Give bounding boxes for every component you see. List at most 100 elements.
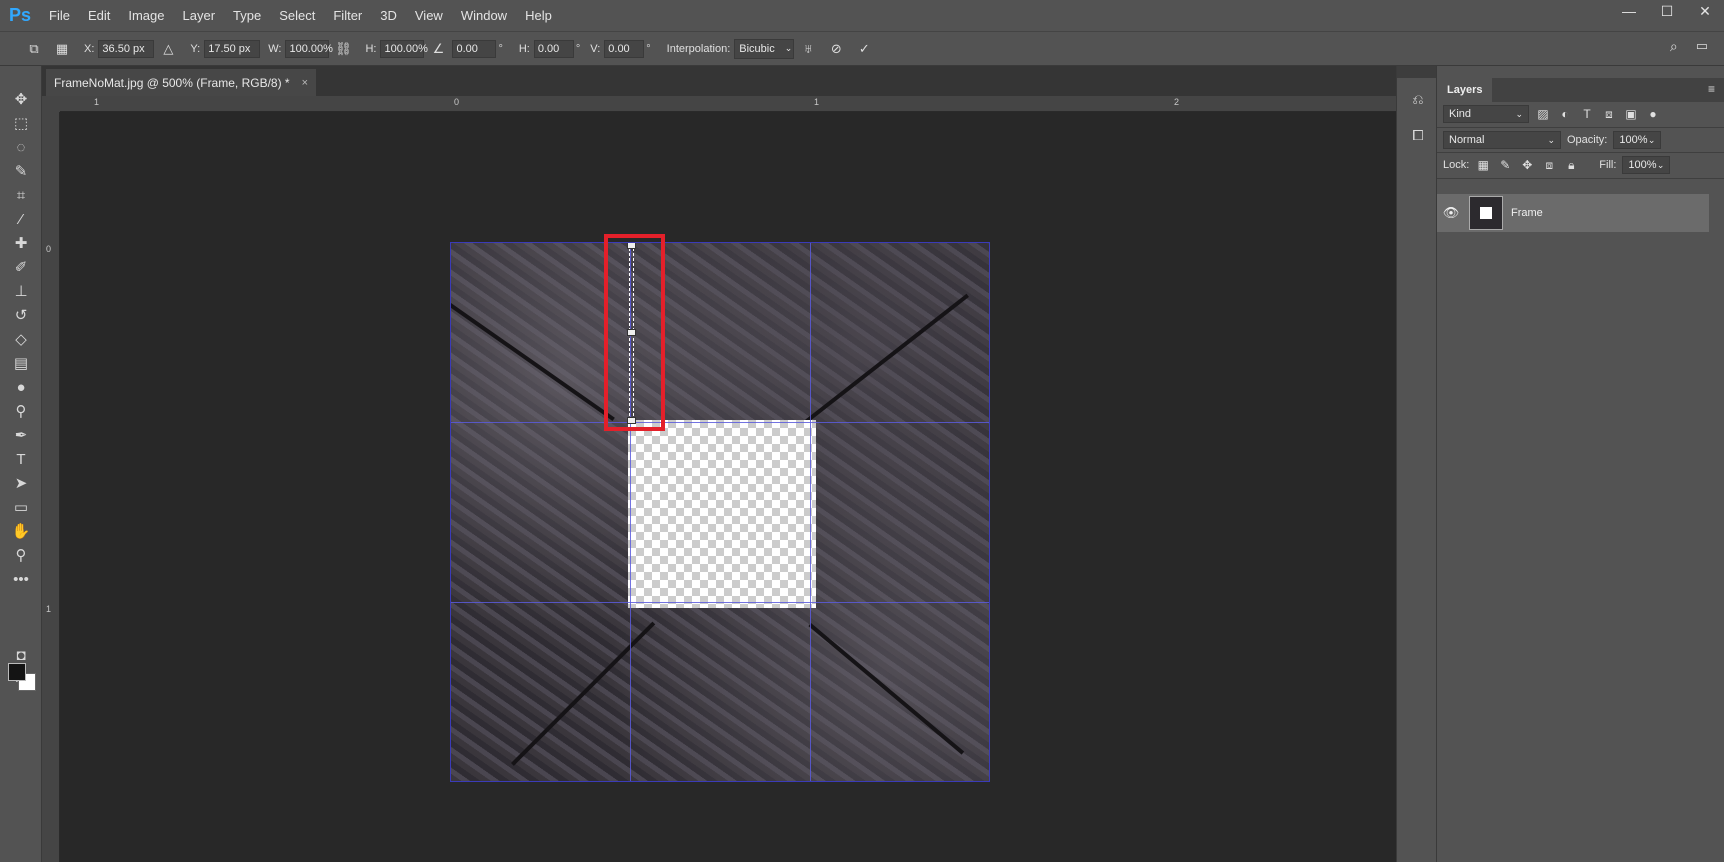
filter-pixel-icon[interactable]: ▨: [1535, 107, 1551, 121]
angle-field[interactable]: 0.00: [452, 39, 497, 58]
chevron-down-icon: ⌄: [784, 43, 793, 53]
window-controls: — ☐ ✕: [1610, 0, 1724, 31]
quick-select-tool-icon[interactable]: ✎: [9, 160, 33, 182]
lock-all-icon[interactable]: 🔒︎: [1563, 158, 1579, 173]
zoom-tool-icon[interactable]: ⚲: [9, 544, 33, 566]
brush-tool-icon[interactable]: ✐: [9, 256, 33, 278]
hskew-label: H:: [518, 42, 530, 55]
fill-field[interactable]: 100% ⌄: [1622, 156, 1671, 174]
filter-kind-select[interactable]: Kind ⌄: [1443, 105, 1529, 123]
lock-transparent-icon[interactable]: ▦: [1475, 158, 1491, 172]
document-tab-title: FrameNoMat.jpg @ 500% (Frame, RGB/8) *: [54, 75, 290, 90]
cancel-transform-button[interactable]: ⊘: [825, 38, 847, 60]
menu-3d[interactable]: 3D: [371, 0, 406, 31]
document-tab[interactable]: FrameNoMat.jpg @ 500% (Frame, RGB/8) * ×: [46, 69, 317, 96]
opacity-field[interactable]: 100% ⌄: [1613, 131, 1662, 149]
search-icon[interactable]: ⌕: [1670, 38, 1678, 55]
eyedropper-tool-icon[interactable]: ⁄: [9, 208, 33, 230]
height-field[interactable]: 100.00%: [380, 39, 428, 58]
hskew-field[interactable]: 0.00: [533, 39, 574, 58]
interpolation-select[interactable]: Bicubic ⌄: [734, 38, 795, 59]
divider: [1437, 127, 1724, 128]
h-label: H:: [365, 42, 377, 55]
options-right-group: ⌕ ▭: [1670, 38, 1708, 55]
interpolation-value: Bicubic: [739, 42, 775, 55]
lock-image-icon[interactable]: ✎: [1497, 158, 1513, 172]
commit-transform-button[interactable]: ✓: [853, 38, 875, 60]
tab-close-icon[interactable]: ×: [302, 77, 308, 89]
blend-mode-select[interactable]: Normal ⌄: [1443, 131, 1561, 149]
lock-artboard-icon[interactable]: ⧈: [1541, 158, 1557, 173]
blur-tool-icon[interactable]: ●: [9, 376, 33, 398]
filter-smart-object-icon[interactable]: ▣: [1623, 107, 1639, 121]
layers-tab[interactable]: Layers: [1437, 78, 1493, 102]
document-image[interactable]: [450, 242, 990, 782]
transform-tool-icon[interactable]: ⧉: [23, 38, 45, 60]
layer-name[interactable]: Frame: [1511, 207, 1543, 219]
healing-brush-tool-icon[interactable]: ✚: [9, 232, 33, 254]
layer-thumbnail-content: [1480, 207, 1492, 219]
layer-thumbnail[interactable]: [1469, 196, 1503, 230]
warp-mode-icon[interactable]: ♅: [797, 38, 819, 60]
divider: [1437, 152, 1724, 153]
close-button[interactable]: ✕: [1686, 0, 1724, 22]
chevron-down-icon: ⌄: [1547, 134, 1555, 145]
collapsed-panels-rail: ⎌ ⧠: [1396, 66, 1437, 862]
pen-tool-icon[interactable]: ✒: [9, 424, 33, 446]
relative-position-icon[interactable]: △: [157, 38, 179, 60]
reference-point-icon[interactable]: ▦: [51, 38, 73, 60]
filter-toggle-icon[interactable]: ●: [1645, 107, 1661, 121]
panel-menu-icon[interactable]: ≡: [1708, 82, 1715, 96]
y-label: Y:: [190, 42, 201, 55]
move-tool-icon[interactable]: ✥: [9, 88, 33, 110]
lasso-tool-icon[interactable]: ◌: [9, 136, 33, 158]
history-panel-icon[interactable]: ⎌: [1407, 88, 1429, 110]
fill-label: Fill:: [1599, 159, 1617, 171]
ruler-horizontal[interactable]: 1 0 1 2: [60, 96, 1396, 112]
gradient-tool-icon[interactable]: ▤: [9, 352, 33, 374]
dodge-tool-icon[interactable]: ⚲: [9, 400, 33, 422]
lock-position-icon[interactable]: ✥: [1519, 158, 1535, 172]
menu-edit[interactable]: Edit: [79, 0, 119, 31]
filter-shape-icon[interactable]: ⧈: [1601, 107, 1617, 122]
ruler-vertical[interactable]: 0 1: [42, 112, 60, 862]
foreground-color-swatch[interactable]: [8, 663, 26, 681]
properties-panel-icon[interactable]: ⧠: [1407, 124, 1429, 146]
menu-select[interactable]: Select: [270, 0, 324, 31]
type-tool-icon[interactable]: T: [9, 448, 33, 470]
filter-adjustment-icon[interactable]: ◐: [1557, 107, 1573, 121]
angle-unit: °: [498, 42, 503, 55]
menu-filter[interactable]: Filter: [324, 0, 371, 31]
menu-view[interactable]: View: [406, 0, 452, 31]
x-field[interactable]: 36.50 px: [98, 39, 155, 58]
filter-type-icon[interactable]: T: [1579, 107, 1595, 121]
link-icon[interactable]: ⛓: [332, 38, 354, 60]
clone-stamp-tool-icon[interactable]: ⊥: [9, 280, 33, 302]
opacity-label: Opacity:: [1567, 134, 1608, 146]
rectangle-tool-icon[interactable]: ▭: [9, 496, 33, 518]
layer-row[interactable]: 👁︎ Frame: [1437, 194, 1709, 232]
marquee-tool-icon[interactable]: ⬚: [9, 112, 33, 134]
workspace-icon[interactable]: ▭: [1696, 38, 1708, 55]
maximize-button[interactable]: ☐: [1648, 0, 1686, 22]
menu-file[interactable]: File: [40, 0, 79, 31]
y-field[interactable]: 17.50 px: [204, 39, 261, 58]
menu-layer[interactable]: Layer: [174, 0, 225, 31]
menu-type[interactable]: Type: [224, 0, 270, 31]
w-label: W:: [268, 42, 282, 55]
width-field[interactable]: 100.00%: [285, 39, 333, 58]
hand-tool-icon[interactable]: ✋: [9, 520, 33, 542]
eye-icon[interactable]: 👁︎: [1437, 205, 1465, 221]
menu-help[interactable]: Help: [516, 0, 561, 31]
minimize-button[interactable]: —: [1610, 0, 1648, 22]
path-selection-tool-icon[interactable]: ➤: [9, 472, 33, 494]
lock-label: Lock:: [1443, 159, 1470, 171]
canvas-area[interactable]: [60, 112, 1396, 862]
vskew-field[interactable]: 0.00: [604, 39, 645, 58]
eraser-tool-icon[interactable]: ◇: [9, 328, 33, 350]
more-tools-icon[interactable]: •••: [9, 568, 33, 590]
menu-window[interactable]: Window: [452, 0, 516, 31]
menu-image[interactable]: Image: [119, 0, 173, 31]
history-brush-tool-icon[interactable]: ↺: [9, 304, 33, 326]
crop-tool-icon[interactable]: ⌗: [9, 184, 33, 206]
